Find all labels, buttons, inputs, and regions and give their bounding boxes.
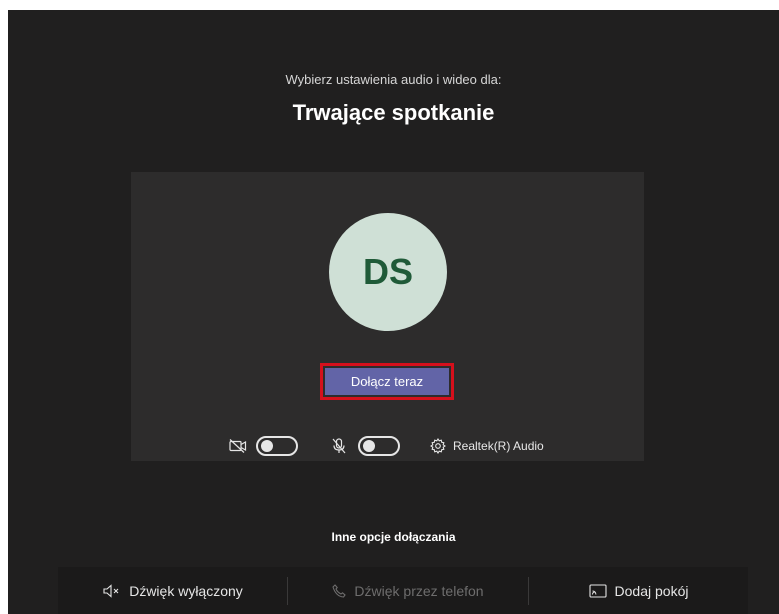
video-preview-card: DS Dołącz teraz Realtek(R) Audio (131, 172, 644, 461)
camera-toggle-knob (261, 440, 273, 452)
mic-toggle[interactable] (358, 436, 400, 456)
mic-off-icon (330, 438, 348, 454)
phone-audio-option[interactable]: Dźwięk przez telefon (288, 567, 528, 614)
phone-icon (332, 583, 347, 598)
gear-icon[interactable] (429, 438, 447, 454)
other-join-options-bar: Dźwięk wyłączony Dźwięk przez telefon Do… (58, 567, 748, 614)
device-controls: Realtek(R) Audio (131, 434, 644, 458)
cast-icon (588, 583, 607, 598)
audio-off-label: Dźwięk wyłączony (129, 582, 243, 599)
phone-audio-label: Dźwięk przez telefon (354, 582, 484, 599)
mic-toggle-knob (363, 440, 375, 452)
prejoin-subtitle: Wybierz ustawienia audio i wideo dla: (285, 72, 502, 87)
add-room-option[interactable]: Dodaj pokój (529, 567, 748, 614)
other-join-options-title: Inne opcje dołączania (331, 530, 456, 544)
teams-prejoin-screen: Wybierz ustawienia audio i wideo dla: Tr… (8, 10, 779, 614)
join-now-button[interactable]: Dołącz teraz (325, 368, 449, 395)
speaker-mute-icon (103, 583, 121, 598)
audio-off-option[interactable]: Dźwięk wyłączony (58, 567, 288, 614)
camera-off-icon (229, 438, 247, 454)
avatar: DS (329, 213, 447, 331)
audio-device-label[interactable]: Realtek(R) Audio (453, 439, 544, 453)
meeting-title: Trwające spotkanie (292, 100, 495, 125)
camera-toggle[interactable] (256, 436, 298, 456)
join-button-highlight: Dołącz teraz (320, 363, 454, 400)
add-room-label: Dodaj pokój (614, 582, 689, 599)
